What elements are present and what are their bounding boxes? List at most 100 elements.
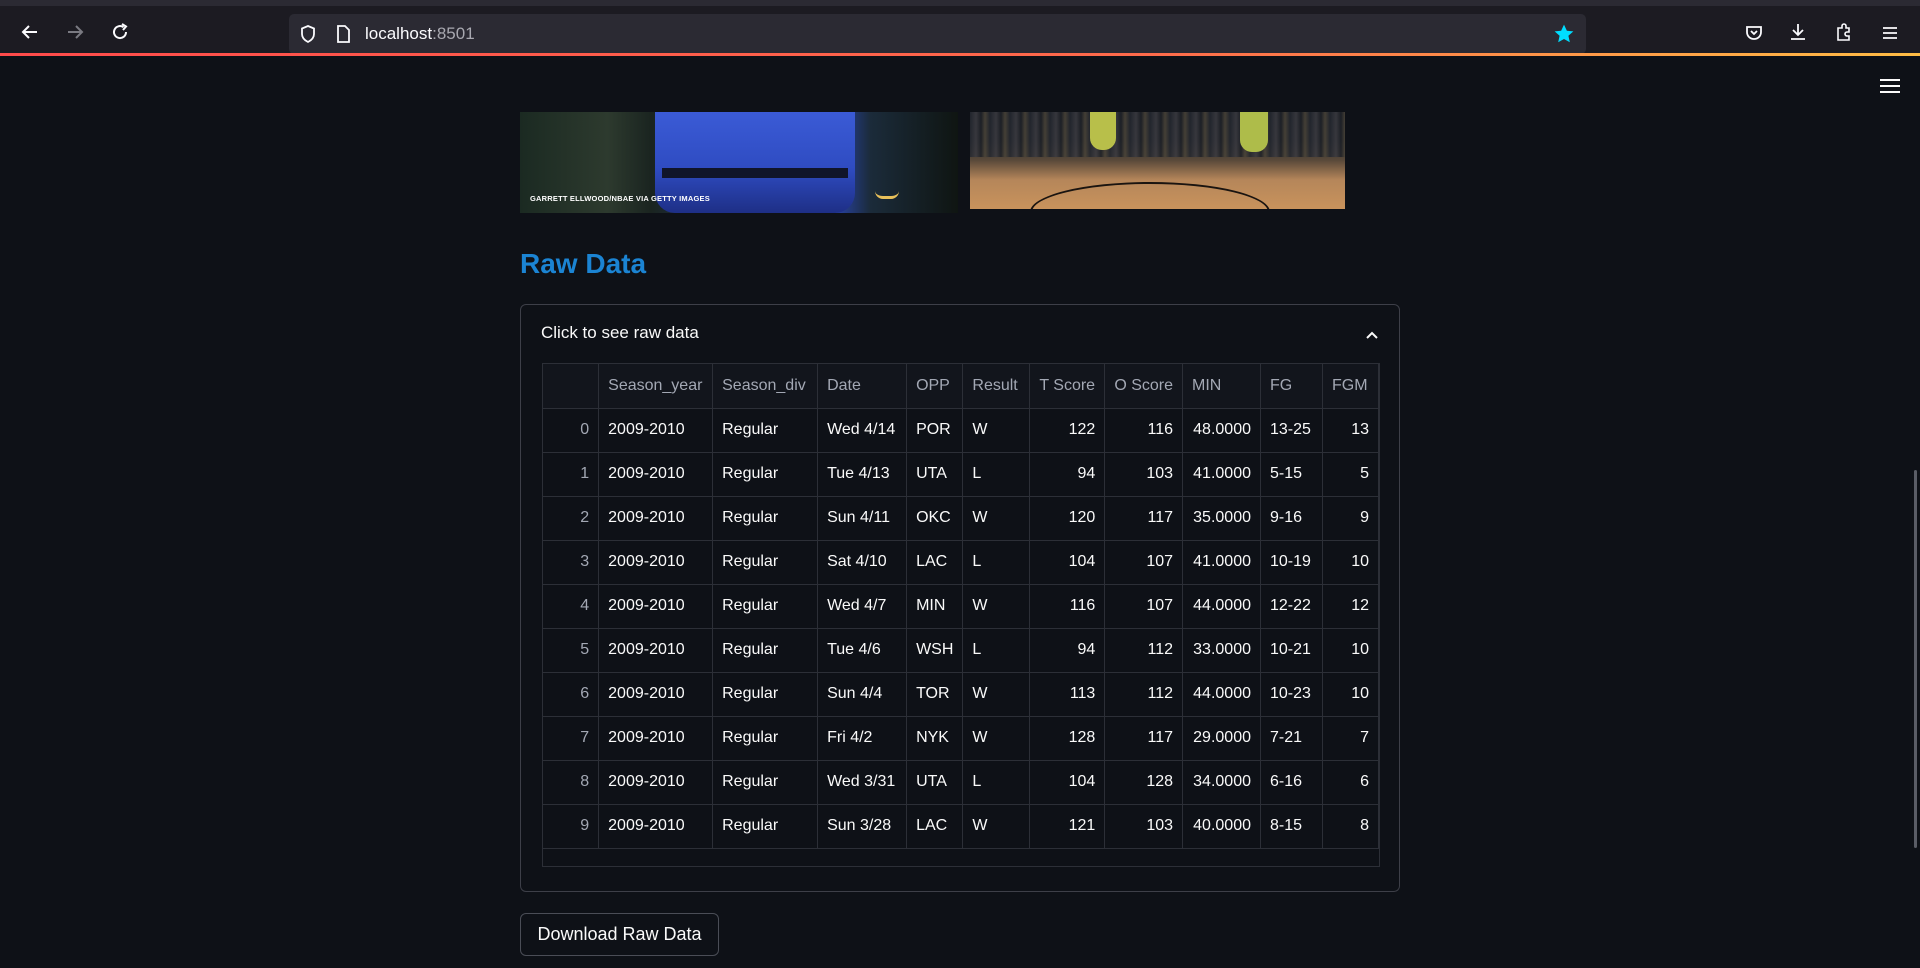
table-cell[interactable]: Regular — [712, 672, 819, 717]
column-header[interactable]: OPP — [906, 364, 964, 409]
shield-icon[interactable] — [298, 24, 318, 44]
table-cell[interactable]: 122 — [1029, 408, 1106, 453]
table-cell[interactable]: 2009-2010 — [598, 584, 714, 629]
table-cell[interactable]: 5-15 — [1260, 452, 1323, 497]
column-header[interactable]: Season_div — [712, 364, 819, 409]
table-cell[interactable]: 104 — [1029, 760, 1106, 805]
bookmark-star-icon[interactable] — [1553, 23, 1575, 45]
table-cell[interactable]: Sun 3/28 — [817, 804, 908, 849]
table-cell[interactable]: LAC — [906, 804, 964, 849]
table-cell[interactable]: 107 — [1104, 584, 1184, 629]
table-cell[interactable]: 13 — [1322, 408, 1379, 453]
table-cell[interactable]: TOR — [906, 672, 964, 717]
table-cell[interactable]: 10 — [1322, 540, 1379, 585]
table-cell[interactable]: 113 — [1029, 672, 1106, 717]
row-index-cell[interactable]: 5 — [543, 628, 600, 673]
table-cell[interactable]: W — [962, 408, 1031, 453]
table-cell[interactable]: WSH — [906, 628, 964, 673]
download-raw-data-button[interactable]: Download Raw Data — [520, 913, 719, 956]
column-header[interactable]: Season_year — [598, 364, 714, 409]
table-cell[interactable]: 112 — [1104, 672, 1184, 717]
table-cell[interactable]: 2009-2010 — [598, 716, 714, 761]
table-cell[interactable]: UTA — [906, 760, 964, 805]
row-index-cell[interactable]: 9 — [543, 804, 600, 849]
table-cell[interactable]: Regular — [712, 496, 819, 541]
table-cell[interactable]: 6-16 — [1260, 760, 1323, 805]
table-cell[interactable]: 2009-2010 — [598, 760, 714, 805]
table-cell[interactable]: 41.0000 — [1182, 540, 1261, 585]
row-index-cell[interactable]: 8 — [543, 760, 600, 805]
chevron-up-icon[interactable] — [1364, 327, 1380, 343]
table-cell[interactable]: 8 — [1322, 804, 1379, 849]
extensions-icon[interactable] — [1834, 22, 1854, 42]
column-header[interactable]: FG — [1260, 364, 1323, 409]
table-cell[interactable]: 104 — [1029, 540, 1106, 585]
row-index-cell[interactable]: 1 — [543, 452, 600, 497]
table-cell[interactable]: L — [962, 628, 1031, 673]
table-cell[interactable]: UTA — [906, 452, 964, 497]
table-cell[interactable]: 33.0000 — [1182, 628, 1261, 673]
row-index-cell[interactable]: 2 — [543, 496, 600, 541]
reload-button[interactable] — [104, 16, 136, 48]
table-cell[interactable]: 117 — [1104, 716, 1184, 761]
column-header[interactable]: MIN — [1182, 364, 1261, 409]
table-cell[interactable]: 94 — [1029, 628, 1106, 673]
address-bar[interactable]: localhost:8501 — [289, 14, 1586, 54]
table-cell[interactable]: Regular — [712, 804, 819, 849]
table-cell[interactable]: 2009-2010 — [598, 452, 714, 497]
table-cell[interactable]: 116 — [1029, 584, 1106, 629]
row-index-cell[interactable]: 0 — [543, 408, 600, 453]
table-cell[interactable]: 10-21 — [1260, 628, 1323, 673]
table-cell[interactable]: 12 — [1322, 584, 1379, 629]
table-cell[interactable]: Regular — [712, 716, 819, 761]
pocket-icon[interactable] — [1744, 23, 1764, 43]
table-cell[interactable]: 48.0000 — [1182, 408, 1261, 453]
table-cell[interactable]: 103 — [1104, 452, 1184, 497]
table-cell[interactable]: Regular — [712, 760, 819, 805]
table-cell[interactable]: 29.0000 — [1182, 716, 1261, 761]
table-cell[interactable]: W — [962, 496, 1031, 541]
table-cell[interactable]: Tue 4/13 — [817, 452, 908, 497]
table-cell[interactable]: W — [962, 584, 1031, 629]
table-cell[interactable]: W — [962, 672, 1031, 717]
table-cell[interactable]: 10 — [1322, 628, 1379, 673]
table-cell[interactable]: Regular — [712, 540, 819, 585]
table-cell[interactable]: 112 — [1104, 628, 1184, 673]
table-cell[interactable]: L — [962, 452, 1031, 497]
row-index-cell[interactable]: 7 — [543, 716, 600, 761]
row-index-cell[interactable]: 4 — [543, 584, 600, 629]
table-cell[interactable]: Fri 4/2 — [817, 716, 908, 761]
table-cell[interactable]: 44.0000 — [1182, 584, 1261, 629]
table-cell[interactable]: Regular — [712, 628, 819, 673]
table-cell[interactable]: 103 — [1104, 804, 1184, 849]
table-cell[interactable]: 35.0000 — [1182, 496, 1261, 541]
column-header[interactable]: Result — [962, 364, 1031, 409]
table-cell[interactable]: Sat 4/10 — [817, 540, 908, 585]
column-header[interactable]: O Score — [1104, 364, 1184, 409]
table-cell[interactable]: 34.0000 — [1182, 760, 1261, 805]
page-scrollbar[interactable] — [1914, 470, 1917, 848]
table-cell[interactable]: 120 — [1029, 496, 1106, 541]
table-cell[interactable]: W — [962, 804, 1031, 849]
table-cell[interactable]: Regular — [712, 584, 819, 629]
table-cell[interactable]: LAC — [906, 540, 964, 585]
table-cell[interactable]: 128 — [1029, 716, 1106, 761]
table-cell[interactable]: Wed 4/14 — [817, 408, 908, 453]
table-cell[interactable]: Regular — [712, 452, 819, 497]
table-cell[interactable]: Wed 4/7 — [817, 584, 908, 629]
column-header[interactable]: Date — [817, 364, 908, 409]
table-cell[interactable]: L — [962, 540, 1031, 585]
row-index-cell[interactable]: 3 — [543, 540, 600, 585]
table-cell[interactable]: 107 — [1104, 540, 1184, 585]
table-cell[interactable]: 128 — [1104, 760, 1184, 805]
table-cell[interactable]: Regular — [712, 408, 819, 453]
table-cell[interactable]: POR — [906, 408, 964, 453]
table-cell[interactable]: 12-22 — [1260, 584, 1323, 629]
index-column-header[interactable] — [543, 364, 600, 409]
browser-menu-icon[interactable] — [1880, 23, 1900, 43]
table-cell[interactable]: 116 — [1104, 408, 1184, 453]
table-cell[interactable]: 40.0000 — [1182, 804, 1261, 849]
table-cell[interactable]: 10-23 — [1260, 672, 1323, 717]
raw-data-table[interactable]: Season_year Season_div Date OPP Result T Scor… — [542, 363, 1380, 867]
table-cell[interactable]: 2009-2010 — [598, 540, 714, 585]
